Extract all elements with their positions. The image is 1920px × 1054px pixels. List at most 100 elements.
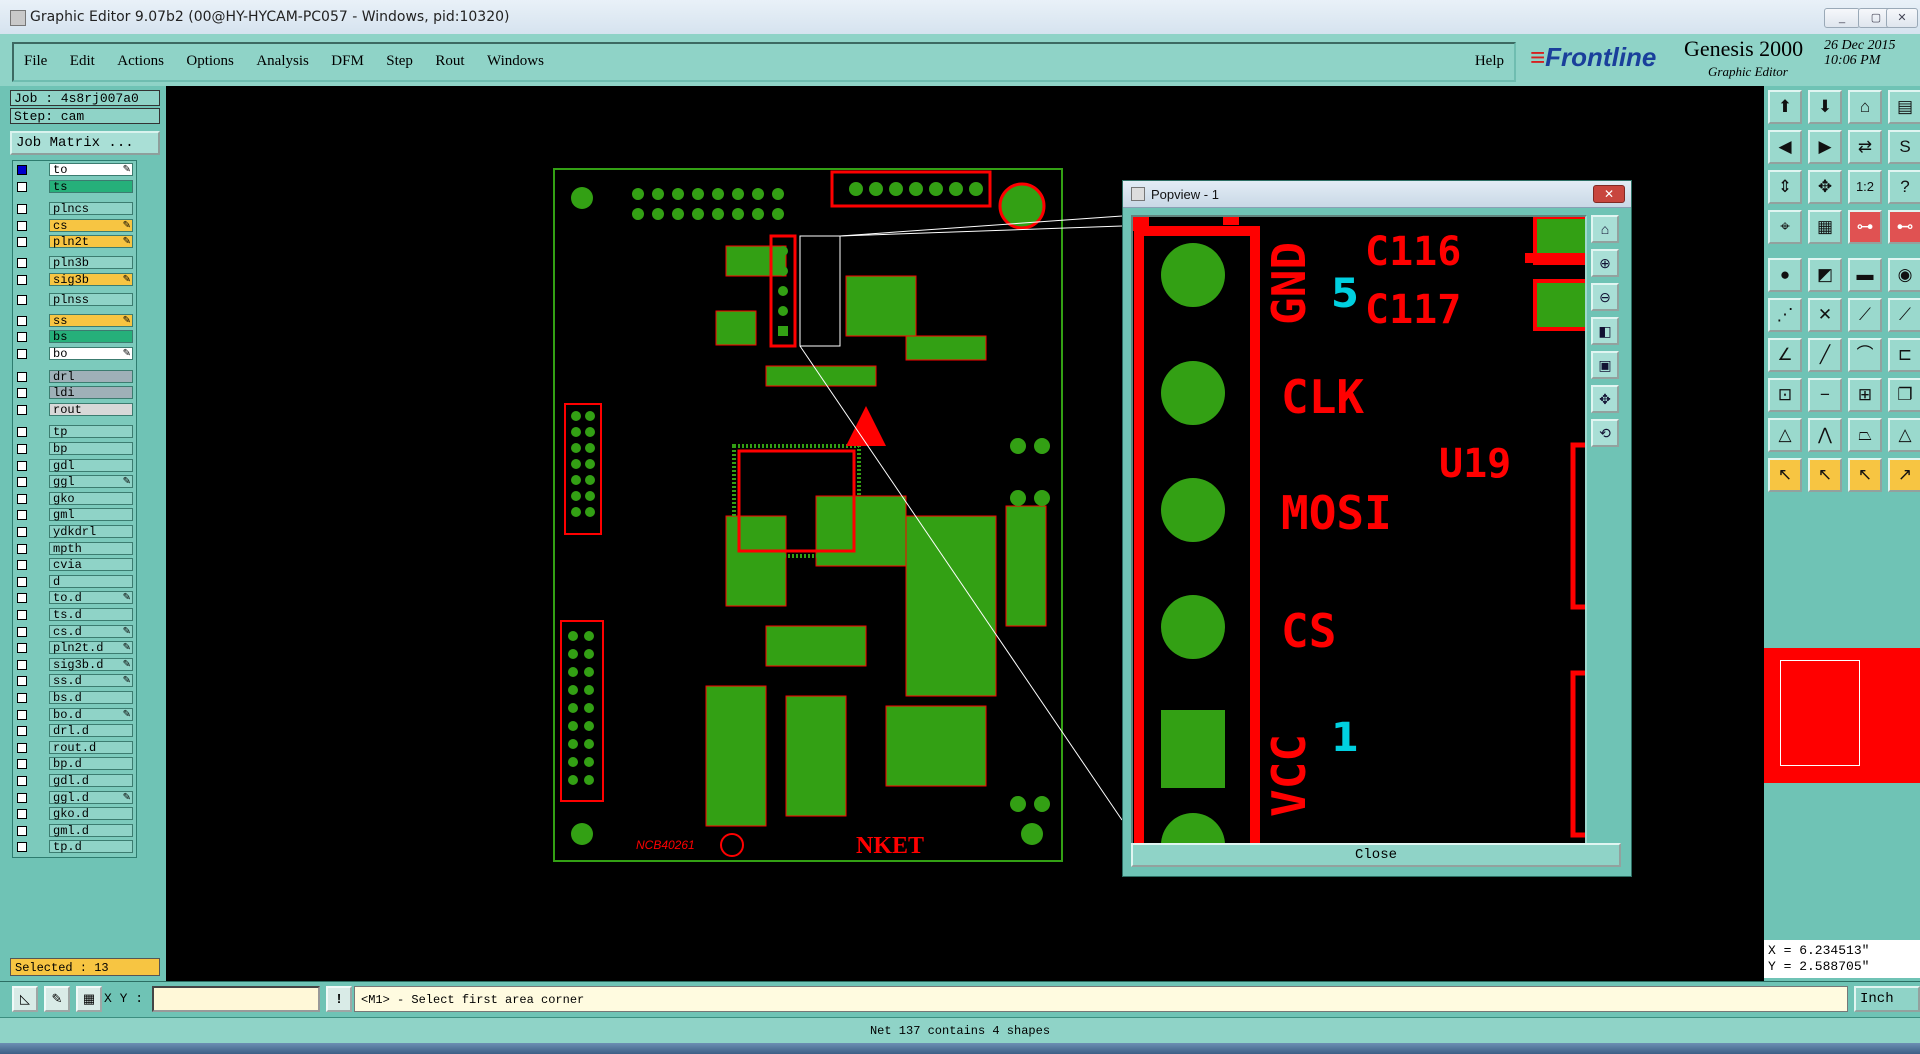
menu-file[interactable]: File: [24, 44, 47, 70]
draw-icon[interactable]: ✎: [44, 986, 70, 1012]
menu-rout[interactable]: Rout: [435, 44, 464, 70]
layer-row-to[interactable]: to ✎: [15, 163, 133, 177]
popview-fit-icon[interactable]: ▣: [1591, 351, 1619, 379]
overview-preview[interactable]: [1764, 648, 1920, 783]
layer-name[interactable]: gko: [49, 491, 133, 505]
layer-name[interactable]: sig3b.d: [49, 657, 133, 671]
exclaim-icon[interactable]: !: [326, 986, 352, 1012]
layer-name[interactable]: plncs: [49, 202, 133, 216]
layer-name[interactable]: ss.d: [49, 674, 133, 688]
bracket-icon[interactable]: ⊏: [1888, 338, 1920, 372]
layer-row-cs[interactable]: cs ✎: [15, 218, 133, 233]
layer-checkbox[interactable]: [17, 676, 27, 687]
connect-icon[interactable]: ⋰: [1768, 298, 1802, 332]
popview-reset-icon[interactable]: ⟲: [1591, 419, 1619, 447]
layer-checkbox[interactable]: [17, 493, 27, 504]
menu-help[interactable]: Help: [1475, 44, 1504, 70]
dot-icon[interactable]: ◉: [1888, 258, 1920, 292]
angle-icon[interactable]: ∠: [1768, 338, 1802, 372]
layer-row-to-d[interactable]: to.d ✎: [15, 591, 133, 605]
pan-right-icon[interactable]: ▶: [1808, 130, 1842, 164]
layer-name[interactable]: drl.d: [49, 724, 133, 738]
net-highlight-icon[interactable]: ⊶: [1848, 210, 1882, 244]
menu-actions[interactable]: Actions: [117, 44, 164, 70]
layer-row-gko-d[interactable]: gko.d: [15, 807, 133, 821]
layer-row-gdl[interactable]: gdl: [15, 458, 133, 473]
layer-row-mpth[interactable]: mpth: [15, 541, 133, 556]
menu-dfm[interactable]: DFM: [331, 44, 364, 70]
layer-checkbox[interactable]: [17, 460, 27, 471]
grid-icon[interactable]: ▦: [1808, 210, 1842, 244]
layer-name[interactable]: plnss: [49, 293, 133, 307]
layer-name[interactable]: to: [49, 163, 133, 177]
layer-checkbox[interactable]: [17, 759, 27, 770]
popview-zoom-in-icon[interactable]: ⊕: [1591, 249, 1619, 277]
layer-name[interactable]: pln3b: [49, 256, 133, 270]
layer-row-ss[interactable]: ss ✎: [15, 313, 133, 328]
xy-input[interactable]: [152, 986, 320, 1012]
layer-checkbox[interactable]: [17, 560, 27, 571]
layer-checkbox[interactable]: [17, 825, 27, 836]
layer-name[interactable]: sig3b: [49, 272, 133, 286]
layer-name[interactable]: ldi: [49, 386, 133, 400]
layer-name[interactable]: tp: [49, 425, 133, 439]
job-matrix-button[interactable]: Job Matrix ...: [10, 131, 160, 155]
layer-checkbox[interactable]: [17, 274, 27, 285]
layer-row-bs[interactable]: bs: [15, 330, 133, 344]
layer-name[interactable]: bp.d: [49, 757, 133, 771]
layer-name[interactable]: bp: [49, 442, 133, 456]
layer-row-pln3b[interactable]: pln3b: [15, 256, 133, 270]
layer-row-gdl-d[interactable]: gdl.d: [15, 774, 133, 788]
layer-name[interactable]: cvia: [49, 558, 133, 572]
layer-checkbox[interactable]: [17, 165, 27, 175]
layer-row-gml-d[interactable]: gml.d: [15, 823, 133, 838]
layer-name[interactable]: gml: [49, 508, 133, 522]
layer-row-ss-d[interactable]: ss.d ✎: [15, 674, 133, 688]
layer-name[interactable]: pln2t.d: [49, 641, 133, 655]
layer-row-bo[interactable]: bo ✎: [15, 347, 133, 361]
close-window-button[interactable]: ✕: [1886, 8, 1918, 28]
menu-step[interactable]: Step: [386, 44, 413, 70]
layer-checkbox[interactable]: [17, 693, 27, 703]
popview-zoom-home-icon[interactable]: ⌂: [1591, 215, 1619, 243]
layer-checkbox[interactable]: [17, 295, 27, 306]
layer-checkbox[interactable]: [17, 842, 27, 853]
layer-checkbox[interactable]: [17, 404, 27, 415]
layer-checkbox[interactable]: [17, 576, 27, 587]
layer-name[interactable]: to.d: [49, 591, 133, 605]
layer-checkbox[interactable]: [17, 593, 27, 604]
layer-row-d[interactable]: d: [15, 574, 133, 589]
slash-icon[interactable]: ╱: [1808, 338, 1842, 372]
layer-name[interactable]: cs.d: [49, 624, 133, 638]
layer-row-rout[interactable]: rout: [15, 402, 133, 417]
popview-zoom-view[interactable]: GND CLK MOSI CS VCC 5 1 C116 C117 U19: [1133, 217, 1585, 845]
arc-line-icon[interactable]: ⟋: [1888, 298, 1920, 332]
query-icon[interactable]: ?: [1888, 170, 1920, 204]
layer-name[interactable]: tp.d: [49, 840, 133, 854]
menu-windows[interactable]: Windows: [487, 44, 544, 70]
layer-row-tp[interactable]: tp: [15, 425, 133, 439]
snap-in-icon[interactable]: ⬆: [1768, 90, 1802, 124]
layer-row-ts[interactable]: ts: [15, 179, 133, 194]
swap-icon[interactable]: ⇄: [1848, 130, 1882, 164]
layer-checkbox[interactable]: [17, 315, 27, 326]
minimize-button[interactable]: _: [1824, 8, 1860, 28]
layer-name[interactable]: ggl.d: [49, 790, 133, 804]
ruler-icon[interactable]: ◺: [12, 986, 38, 1012]
cross-icon[interactable]: ✕: [1808, 298, 1842, 332]
peak-icon[interactable]: ⋀: [1808, 418, 1842, 452]
layer-checkbox[interactable]: [17, 258, 27, 268]
select-net-icon[interactable]: ↖: [1848, 458, 1882, 492]
unit-selector[interactable]: Inch: [1854, 986, 1920, 1012]
popview-close-button[interactable]: Close: [1131, 843, 1621, 867]
layer-checkbox[interactable]: [17, 220, 27, 231]
layer-name[interactable]: drl: [49, 369, 133, 383]
zoom-1to2-icon[interactable]: 1:2: [1848, 170, 1882, 204]
layer-checkbox[interactable]: [17, 742, 27, 753]
layer-name[interactable]: pln2t: [49, 235, 133, 249]
snap-out-icon[interactable]: ⬇: [1808, 90, 1842, 124]
bus-icon[interactable]: ▬: [1848, 258, 1882, 292]
layer-checkbox[interactable]: [17, 181, 27, 192]
layer-row-ydkdrl[interactable]: ydkdrl: [15, 525, 133, 539]
layer-checkbox[interactable]: [17, 527, 27, 537]
